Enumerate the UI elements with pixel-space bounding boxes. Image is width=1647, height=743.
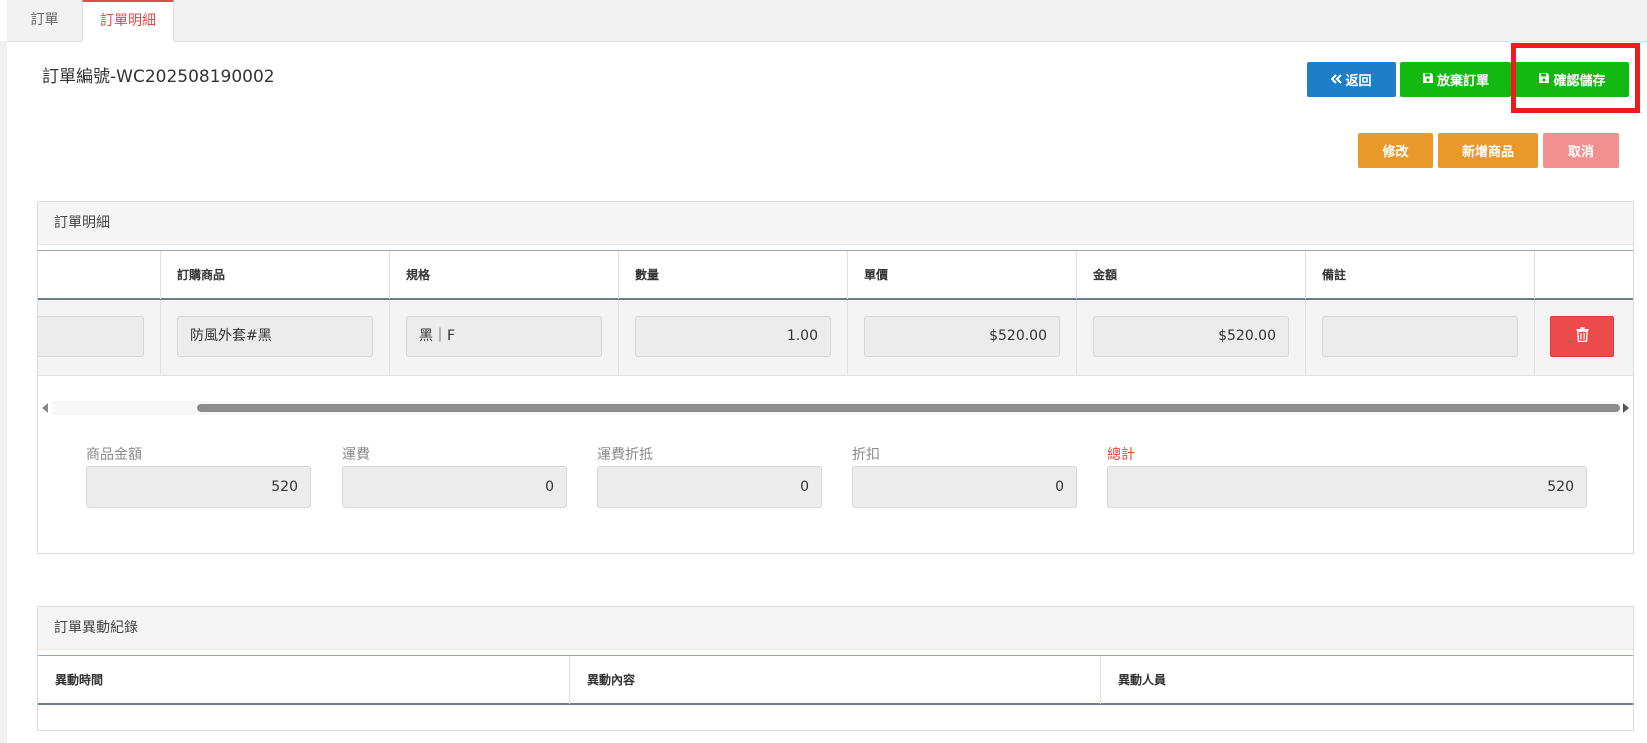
back-button-label: 返回 [1345,74,1372,89]
unit-price-field[interactable]: $520.00 [864,316,1060,357]
order-change-log-title: 訂單異動紀錄 [38,607,1633,650]
column-header-note: 備註 [1305,251,1534,299]
double-chevron-left-icon [1331,73,1343,87]
column-header-actions [1534,251,1633,299]
column-header-change-user: 異動人員 [1100,656,1633,704]
confirm-save-button[interactable]: 確認儲存 [1515,62,1629,97]
scrollbar-thumb[interactable] [197,404,1620,412]
table-cell: 1.00 [618,300,847,375]
shipping-field[interactable]: 0 [342,466,567,508]
table-cell [1534,300,1633,375]
table-cell: $520.00 [1076,300,1305,375]
order-change-log-panel: 訂單異動紀錄 異動時間 異動內容 異動人員 [37,606,1634,731]
tab-orders[interactable]: 訂單 [7,0,82,41]
page-title: 訂單編號-WC202508190002 [42,67,275,87]
column-header-change-time: 異動時間 [55,673,104,687]
first-column-field[interactable] [38,316,144,357]
cancel-button[interactable]: 取消 [1543,133,1619,168]
floppy-disk-icon [1422,72,1434,87]
discount-field[interactable]: 0 [852,466,1077,508]
table-cell: $520.00 [847,300,1076,375]
column-header-product: 訂購商品 [160,251,389,299]
order-detail-page: 訂單 訂單明細 訂單編號-WC202508190002 返回 放棄訂單 確認儲存… [0,0,1647,743]
column-header-quantity: 數量 [618,251,847,299]
table-row: 防風外套#黑 黑｜F 1.00 $520.00 $520.00 [38,300,1633,376]
tab-order-detail[interactable]: 訂單明細 [82,0,174,42]
shipping-discount-label: 運費折抵 [597,447,653,463]
order-detail-panel: 訂單明細 訂購商品 規格 數量 單價 金額 備註 防風外套#黑 黑｜F 1.00… [37,201,1634,554]
table-cell: 黑｜F [389,300,618,375]
horizontal-scrollbar[interactable] [42,401,1629,415]
floppy-disk-icon [1538,72,1550,87]
column-header-hidden [38,251,160,299]
product-field[interactable]: 防風外套#黑 [177,316,373,357]
quantity-field[interactable]: 1.00 [635,316,831,357]
delete-item-button[interactable] [1550,316,1614,357]
abandon-order-button[interactable]: 放棄訂單 [1400,62,1511,97]
left-gutter [0,41,7,743]
grand-total-label: 總計 [1107,447,1135,463]
grand-total-field[interactable]: 520 [1107,466,1587,508]
spec-field[interactable]: 黑｜F [406,316,602,357]
scroll-right-icon[interactable] [1623,403,1629,413]
shipping-label: 運費 [342,447,370,463]
edit-button[interactable]: 修改 [1358,133,1433,168]
amount-field[interactable]: $520.00 [1093,316,1289,357]
scrollbar-track[interactable] [52,401,1620,415]
add-product-button[interactable]: 新增商品 [1438,133,1538,168]
column-header-change-content: 異動內容 [569,656,1100,704]
column-header-spec: 規格 [389,251,618,299]
shipping-discount-field[interactable]: 0 [597,466,822,508]
column-header-amount: 金額 [1076,251,1305,299]
table-cell [1305,300,1534,375]
back-button[interactable]: 返回 [1307,62,1396,97]
trash-icon [1576,327,1589,346]
log-table-header: 異動時間 異動內容 異動人員 [38,655,1633,705]
column-header-unit-price: 單價 [847,251,1076,299]
discount-label: 折扣 [852,447,880,463]
table-header: 訂購商品 規格 數量 單價 金額 備註 [38,250,1633,300]
note-field[interactable] [1322,316,1518,357]
scroll-left-icon[interactable] [42,403,48,413]
tab-bar: 訂單 訂單明細 [7,0,1647,42]
table-cell: 防風外套#黑 [160,300,389,375]
subtotal-field[interactable]: 520 [86,466,311,508]
confirm-save-label: 確認儲存 [1553,74,1606,89]
order-detail-panel-title: 訂單明細 [38,202,1633,245]
abandon-order-label: 放棄訂單 [1436,74,1489,89]
subtotal-label: 商品金額 [86,447,142,463]
table-cell [38,300,160,375]
